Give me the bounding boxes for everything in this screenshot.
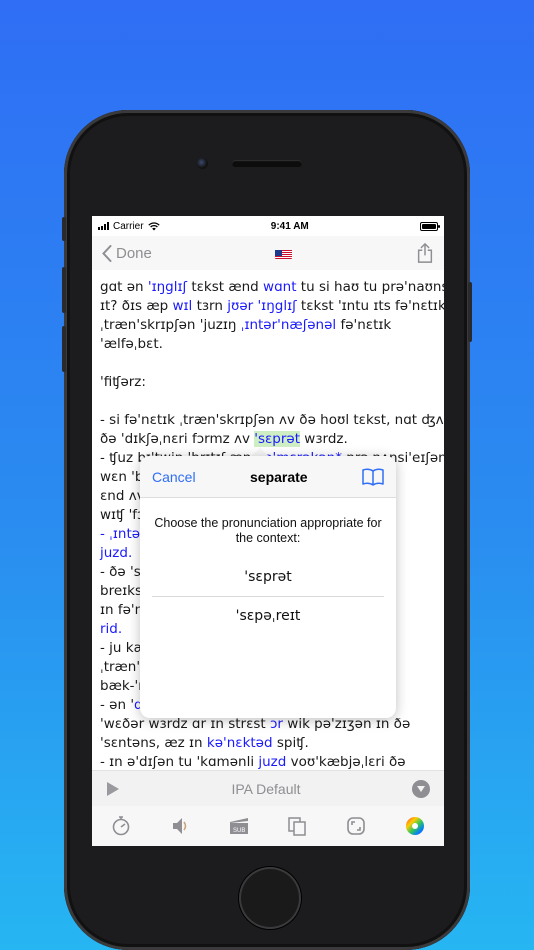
speed-timer-icon[interactable] bbox=[110, 815, 132, 837]
word-link[interactable]: juzd. bbox=[100, 545, 132, 561]
text-line: 'sɛntəns, æz ɪn kə'nɛktəd spiʧ. bbox=[100, 734, 436, 753]
text-segment: 'sɛntəns, æz ɪn bbox=[100, 735, 207, 751]
cancel-button[interactable]: Cancel bbox=[152, 469, 196, 485]
text-segment: tɛkst 'ɪntu ɪts fə'nɛtɪk bbox=[296, 298, 444, 314]
text-segment: - ən ' bbox=[100, 697, 135, 713]
popup-message: Choose the pronunciation appropriate for… bbox=[154, 516, 382, 545]
popup-title: separate bbox=[250, 468, 308, 485]
fullscreen-icon[interactable] bbox=[345, 815, 367, 837]
preset-label[interactable]: IPA Default bbox=[231, 781, 300, 797]
text-segment: bæk-'r bbox=[100, 678, 144, 694]
text-line: gɑt ən 'ɪŋglɪʃ tɛkst ænd wɑnt tu si haʊ … bbox=[100, 278, 444, 297]
home-button[interactable] bbox=[239, 867, 301, 929]
popup-header: Cancel separate bbox=[140, 456, 396, 498]
book-icon[interactable] bbox=[362, 468, 384, 486]
pronunciation-option[interactable]: 'sɛpəˌreɪt bbox=[152, 597, 384, 635]
wifi-icon bbox=[147, 221, 160, 230]
word-link[interactable]: juzd bbox=[258, 754, 286, 770]
front-camera bbox=[197, 158, 208, 169]
play-icon[interactable] bbox=[106, 781, 120, 797]
text-segment: wɪʧ 'fɔ bbox=[100, 507, 145, 523]
word-link[interactable]: ɔr bbox=[270, 716, 283, 732]
text-segment: 'ælfəˌbɛt. bbox=[100, 336, 163, 352]
text-segment: voʊ'kæbjəˌlɛri ðə bbox=[286, 754, 406, 770]
chevron-left-icon bbox=[102, 244, 112, 262]
signal-icon bbox=[98, 222, 109, 230]
text-line: 'ælfəˌbɛt. bbox=[100, 335, 436, 354]
text-line: - ɪn ə'dɪʃən tu 'kɑmənli juzd voʊ'kæbjəˌ… bbox=[100, 753, 436, 770]
carrier-label: Carrier bbox=[113, 220, 144, 232]
earpiece-speaker bbox=[232, 160, 302, 167]
word-link[interactable]: - ˌɪntər bbox=[100, 526, 146, 542]
svg-text:SUB: SUB bbox=[233, 828, 245, 834]
text-segment: - si fə'nɛtɪk ˌtræn'skrɪpʃən ʌv ðə hoʊl … bbox=[100, 412, 444, 428]
word-link[interactable]: ˌɪntər'næʃənəl bbox=[241, 317, 336, 333]
text-line: - si fə'nɛtɪk ˌtræn'skrɪpʃən ʌv ðə hoʊl … bbox=[100, 411, 444, 430]
word-link[interactable]: jʊər 'ɪŋglɪʃ bbox=[227, 298, 296, 314]
volume-down-button bbox=[62, 326, 66, 372]
text-line: ɪt? ðɪs æp wɪl tɜrn jʊər 'ɪŋglɪʃ tɛkst '… bbox=[100, 297, 444, 316]
text-segment: 'wɛðər wɜrdz ɑr ɪn strɛst bbox=[100, 716, 271, 732]
text-segment: gɑt ən bbox=[100, 279, 148, 295]
done-label: Done bbox=[116, 244, 152, 262]
text-segment: fə'nɛtɪk bbox=[336, 317, 392, 333]
status-time: 9:41 AM bbox=[270, 220, 309, 232]
text-segment: spiʧ. bbox=[272, 735, 309, 751]
navigation-bar: Done bbox=[92, 236, 444, 270]
power-button bbox=[468, 282, 472, 342]
screen: Carrier 9:41 AM Done gɑt ən 'ɪŋglɪʃ tɛks… bbox=[92, 216, 444, 846]
text-segment bbox=[100, 355, 104, 371]
text-segment: tɛkst ænd bbox=[187, 279, 264, 295]
text-segment: tɜrn bbox=[192, 298, 228, 314]
text-segment: tu si haʊ tu prə'naʊns bbox=[296, 279, 444, 295]
volume-up-button bbox=[62, 267, 66, 313]
color-wheel-icon[interactable] bbox=[404, 815, 426, 837]
battery-icon bbox=[419, 221, 440, 231]
text-segment: ðə 'dɪkʃəˌnɛri fɔrmz ʌv bbox=[100, 431, 255, 447]
pronunciation-popup: Cancel separate Choose the pronunciation… bbox=[140, 456, 396, 718]
text-line bbox=[100, 392, 436, 411]
text-line: ˌtræn'skrɪpʃən 'juzɪŋ ˌɪntər'næʃənəl fə'… bbox=[100, 316, 436, 335]
text-line: 'fiʧərz: bbox=[100, 373, 436, 392]
text-segment: wɜrdz. bbox=[300, 431, 348, 447]
word-link[interactable]: 'ɪŋglɪʃ bbox=[148, 279, 187, 295]
text-line bbox=[100, 354, 436, 373]
text-segment: wik pə'zɪʒən ɪn ðə bbox=[282, 716, 411, 732]
done-button[interactable]: Done bbox=[102, 244, 152, 262]
copy-icon[interactable] bbox=[286, 815, 308, 837]
pronunciation-option[interactable]: 'sɛprət bbox=[152, 558, 384, 596]
text-segment: ˌtræn'skrɪpʃən 'juzɪŋ bbox=[100, 317, 241, 333]
word-link[interactable]: wɪl bbox=[172, 298, 192, 314]
status-bar: Carrier 9:41 AM bbox=[92, 216, 444, 236]
word-link[interactable]: wɑnt bbox=[263, 279, 296, 295]
word-link[interactable]: kə'nɛktəd bbox=[207, 735, 273, 751]
subtitles-clapper-icon[interactable]: SUB bbox=[228, 815, 250, 837]
text-segment: - ɪn ə'dɪʃən tu 'kɑmənli bbox=[100, 754, 259, 770]
playback-bar: IPA Default bbox=[92, 770, 444, 806]
voice-speaker-icon[interactable] bbox=[169, 815, 191, 837]
word-link[interactable]: rid. bbox=[100, 621, 122, 637]
text-segment bbox=[100, 393, 104, 409]
bottom-toolbar: SUB bbox=[92, 806, 444, 846]
text-segment: 'fiʧərz: bbox=[100, 374, 146, 390]
share-icon[interactable] bbox=[416, 243, 434, 263]
highlighted-word[interactable]: 'sɛprət bbox=[254, 431, 301, 447]
text-segment: ɪt? ðɪs æp bbox=[100, 298, 173, 314]
mute-switch bbox=[62, 217, 66, 241]
us-flag-icon[interactable] bbox=[275, 248, 293, 259]
dropdown-icon[interactable] bbox=[411, 779, 430, 798]
text-line: ðə 'dɪkʃəˌnɛri fɔrmz ʌv 'sɛprət wɜrdz. bbox=[100, 430, 436, 449]
